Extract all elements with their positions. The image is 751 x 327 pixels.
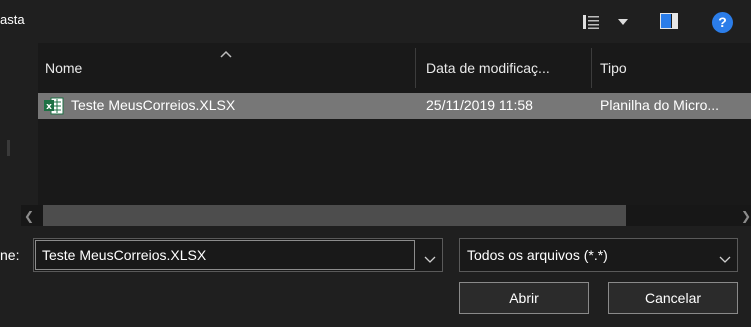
column-header-name[interactable]: Nome [45,60,82,76]
toolbar-label: asta [0,12,25,27]
help-icon[interactable]: ? [712,12,733,33]
open-button[interactable]: Abrir [459,282,589,314]
column-divider[interactable] [415,48,416,88]
filename-input[interactable]: Teste MeusCorreios.XLSX [42,247,206,263]
navigation-pane-scroll [7,140,10,156]
cancel-button[interactable]: Cancelar [608,282,738,314]
file-type-filter-value: Todos os arquivos (*.*) [467,247,608,263]
scroll-left-icon[interactable]: ❮ [24,209,34,223]
file-name[interactable]: Teste MeusCorreios.XLSX [71,97,401,113]
navigation-pane [0,43,38,226]
file-type: Planilha do Micro... [600,97,720,113]
column-header-modified[interactable]: Data de modificaç... [426,60,550,76]
view-details-icon[interactable] [583,15,599,29]
chevron-down-icon[interactable] [424,252,436,263]
filename-label: ne: [0,247,20,263]
svg-text:x: x [46,102,52,112]
chevron-down-icon[interactable] [719,252,731,263]
file-modified: 25/11/2019 11:58 [426,97,533,113]
preview-pane-icon[interactable] [660,13,678,29]
scroll-right-icon[interactable]: ❯ [741,209,751,223]
sort-ascending-icon [220,46,232,58]
scrollbar-thumb[interactable] [43,205,626,226]
chevron-down-icon[interactable] [618,19,628,25]
column-header-row [38,43,751,93]
column-divider[interactable] [591,48,592,88]
excel-file-icon: x [44,97,64,115]
column-header-type[interactable]: Tipo [600,60,627,76]
toolbar [0,0,751,43]
